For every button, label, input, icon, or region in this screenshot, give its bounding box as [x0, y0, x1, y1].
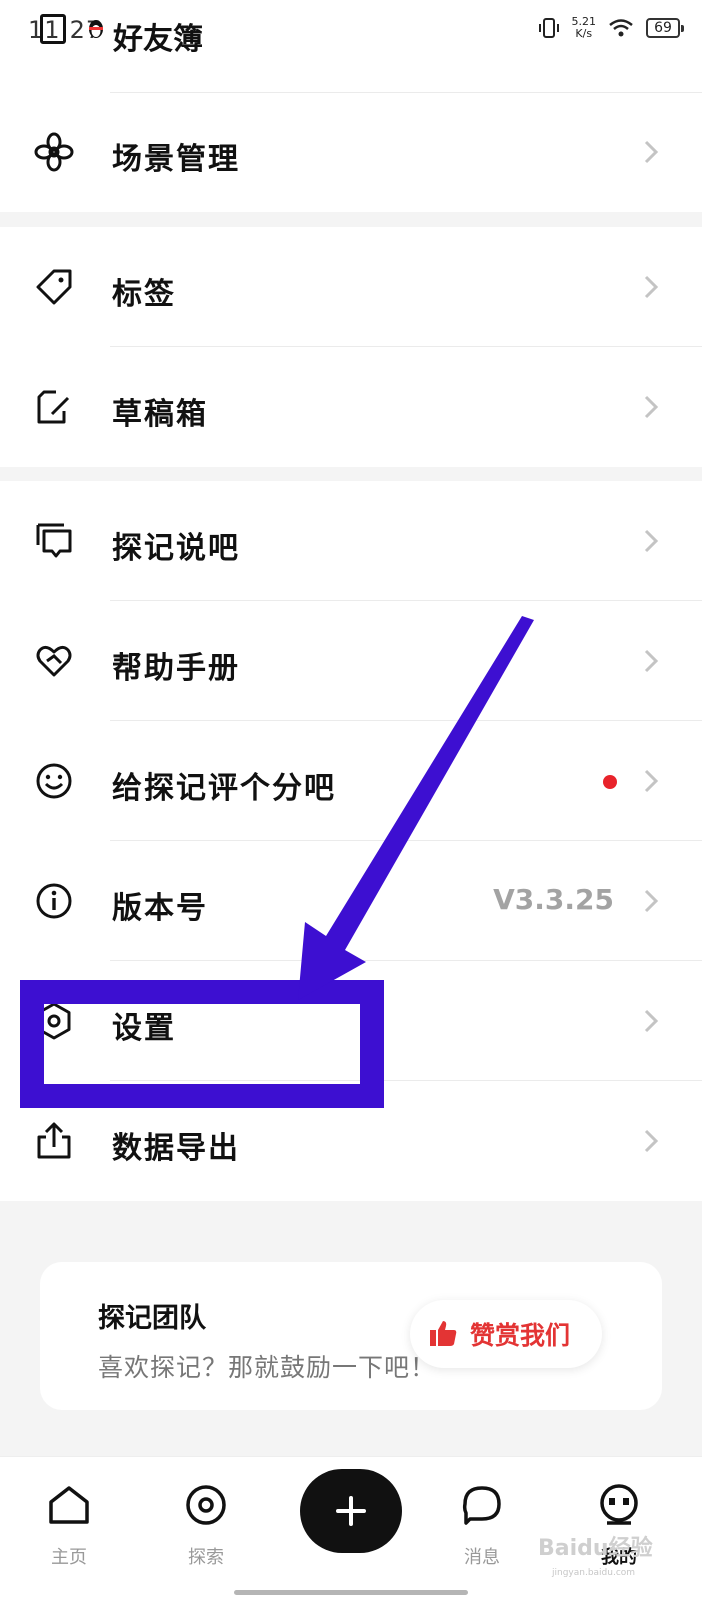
settings-icon [37, 1002, 71, 1040]
reward-button[interactable]: 赞赏我们 [410, 1300, 602, 1368]
menu-item-label: 标签 [112, 277, 176, 312]
menu-item-help[interactable]: 帮助手册 [0, 601, 702, 721]
tab-explore[interactable]: 探索 [161, 1477, 251, 1577]
wifi-icon [609, 19, 633, 37]
team-subtitle: 喜欢探记？那就鼓励一下吧！ [98, 1353, 437, 1382]
menu-item-rate[interactable]: 给探记评个分吧 [0, 721, 702, 841]
tab-label: 探索 [188, 1547, 224, 1568]
draft-edit-icon [37, 390, 70, 424]
chevron-right-icon [644, 649, 659, 673]
share-export-icon [37, 1122, 71, 1159]
notification-dot [603, 775, 617, 789]
menu-item-drafts[interactable]: 草稿箱 [0, 347, 702, 467]
chat-bubble-icon [36, 523, 72, 558]
chevron-right-icon [644, 769, 659, 793]
menu-item-talk[interactable]: 探记说吧 [0, 481, 702, 601]
chevron-right-icon [644, 275, 659, 299]
menu-item-label: 探记说吧 [112, 531, 240, 566]
chevron-right-icon [644, 140, 659, 164]
menu-item-tags[interactable]: 标签 [0, 227, 702, 347]
explore-icon [186, 1485, 226, 1525]
network-speed: 5.21 K/s [571, 15, 597, 40]
menu-group-scenes: 场景管理 [0, 64, 702, 212]
menu-item-label: 设置 [112, 1011, 176, 1046]
vibrate-icon [538, 18, 559, 38]
menu-item-label: 版本号 [112, 891, 208, 926]
status-indicators: 5.21 K/s 69 [538, 15, 684, 40]
tag-icon [36, 269, 72, 305]
message-icon [462, 1486, 501, 1525]
flower-icon [34, 132, 74, 172]
version-value: V3.3.25 [493, 883, 614, 916]
thumbs-up-icon [430, 1321, 457, 1346]
app-notification-icon [40, 14, 66, 44]
menu-item-export[interactable]: 数据导出 [0, 1081, 702, 1201]
tab-label: 消息 [464, 1547, 500, 1568]
tab-home[interactable]: 主页 [24, 1477, 114, 1577]
chevron-right-icon [644, 1009, 659, 1033]
menu-group-main: 探记说吧 帮助手册 给探记评个分吧 版本号 V3.3.25 设置 数据导出 [0, 481, 702, 1201]
menu-item-version[interactable]: 版本号 V3.3.25 [0, 841, 702, 961]
menu-item-label: 草稿箱 [112, 397, 208, 432]
status-app-title: 好友簿 [113, 22, 203, 57]
heart-help-icon [36, 645, 72, 677]
menu-item-label: 给探记评个分吧 [112, 771, 336, 806]
chevron-right-icon [644, 1129, 659, 1153]
menu-item-label: 帮助手册 [112, 651, 240, 686]
team-title: 探记团队 [98, 1303, 206, 1334]
chevron-right-icon [644, 889, 659, 913]
menu-item-settings[interactable]: 设置 [0, 961, 702, 1081]
info-icon [36, 883, 72, 919]
watermark: Baidu经验 [538, 1536, 653, 1561]
tab-profile[interactable]: 我的 [574, 1477, 664, 1577]
menu-group-tags: 标签 草稿箱 [0, 227, 702, 467]
reward-button-label: 赞赏我们 [470, 1321, 571, 1350]
bottom-tab-bar: 主页 探索 消息 我的 [0, 1456, 702, 1601]
qq-penguin-icon [89, 20, 103, 38]
add-button[interactable] [300, 1469, 402, 1553]
team-card: 探记团队 喜欢探记？那就鼓励一下吧！ 赞赏我们 [40, 1262, 662, 1410]
menu-item-label: 场景管理 [112, 142, 240, 177]
tab-label: 主页 [51, 1547, 87, 1568]
menu-item-label: 数据导出 [112, 1131, 240, 1166]
tab-messages[interactable]: 消息 [437, 1477, 527, 1577]
home-icon [49, 1486, 89, 1524]
home-indicator[interactable] [234, 1590, 468, 1595]
battery-indicator: 69 [646, 18, 684, 38]
plus-icon [336, 1496, 366, 1526]
smile-icon [36, 763, 72, 799]
chevron-right-icon [644, 395, 659, 419]
profile-face-icon [600, 1484, 638, 1525]
menu-item-scene-management[interactable]: 场景管理 [0, 92, 702, 212]
status-bar: 11:27 好友簿 5.21 K/s 69 [0, 0, 702, 64]
watermark-url: jingyan.baidu.com [552, 1568, 636, 1578]
chevron-right-icon [644, 529, 659, 553]
